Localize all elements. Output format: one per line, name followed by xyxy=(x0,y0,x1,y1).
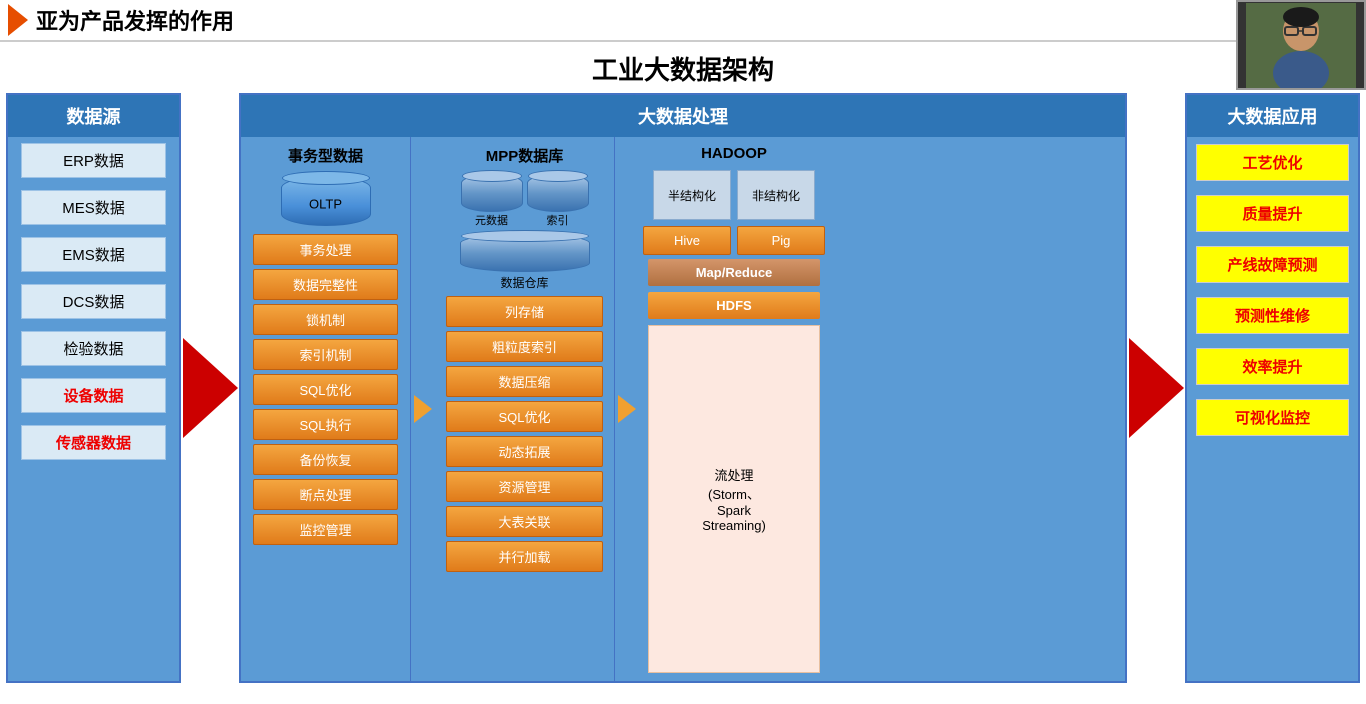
app-item-3: 预测性维修 xyxy=(1196,297,1350,334)
mpp-item-2: 数据压缩 xyxy=(446,366,603,397)
trans-item-3: 索引机制 xyxy=(253,339,397,370)
datasource-item-mes: MES数据 xyxy=(21,190,166,225)
mpp-cyl1-label: 元数据 xyxy=(461,212,523,228)
hadoop-stream-label: 流处理 (Storm、 Spark Streaming) xyxy=(702,465,766,533)
mpp-cyl2-label: 索引 xyxy=(527,212,589,228)
hadoop-hive: Hive xyxy=(643,226,731,255)
trans-header: 事务型数据 xyxy=(288,141,363,170)
trans-col: 事务型数据 OLTP 事务处理 数据完整性 锁机制 索引机制 SQL优化 SQL… xyxy=(241,137,411,681)
mpp-item-4: 动态拓展 xyxy=(446,436,603,467)
mpp-item-6: 大表关联 xyxy=(446,506,603,537)
arrow-col-2 xyxy=(1127,93,1185,683)
trans-item-7: 断点处理 xyxy=(253,479,397,510)
trans-item-2: 锁机制 xyxy=(253,304,397,335)
mpp-item-7: 并行加载 xyxy=(446,541,603,572)
datasource-header: 数据源 xyxy=(8,95,179,137)
video-thumbnail xyxy=(1236,0,1366,90)
application-header: 大数据应用 xyxy=(1187,95,1358,137)
datasource-item-device: 设备数据 xyxy=(21,378,166,413)
datasource-item-erp: ERP数据 xyxy=(21,143,166,178)
mpp-item-0: 列存储 xyxy=(446,296,603,327)
mpp-top-cylinders: 元数据 索引 xyxy=(461,174,589,228)
datasource-item-ems: EMS数据 xyxy=(21,237,166,272)
oltp-cylinder: OLTP xyxy=(281,176,371,226)
top-bar: 亚为产品发挥的作用 xyxy=(0,0,1366,42)
processing-header: 大数据处理 xyxy=(241,95,1125,137)
inner-orange-arr-1 xyxy=(414,395,432,423)
orange-arrow-icon xyxy=(8,4,28,36)
hadoop-col: HADOOP 半结构化 非结构化 Hive Pig Map/Reduce HDF… xyxy=(639,137,829,681)
trans-item-1: 数据完整性 xyxy=(253,269,397,300)
hadoop-box2: 非结构化 xyxy=(737,170,815,220)
hadoop-mapreduce: Map/Reduce xyxy=(648,259,821,286)
mpp-item-3: SQL优化 xyxy=(446,401,603,432)
mpp-cyl1 xyxy=(461,174,523,212)
mpp-item-1: 粗粒度索引 xyxy=(446,331,603,362)
datasource-item-dcs: DCS数据 xyxy=(21,284,166,319)
hadoop-orange-row: Hive Pig xyxy=(643,226,825,255)
processing-columns: 事务型数据 OLTP 事务处理 数据完整性 锁机制 索引机制 SQL优化 SQL… xyxy=(241,137,1125,681)
trans-item-5: SQL执行 xyxy=(253,409,397,440)
app-item-4: 效率提升 xyxy=(1196,348,1350,385)
col-application: 大数据应用 工艺优化 质量提升 产线故障预测 预测性维修 效率提升 可视化监控 xyxy=(1185,93,1360,683)
hadoop-pig: Pig xyxy=(737,226,825,255)
hadoop-stream: 流处理 (Storm、 Spark Streaming) xyxy=(648,325,821,673)
col-processing: 大数据处理 事务型数据 OLTP 事务处理 数据完整性 锁机制 索引机制 SQL… xyxy=(239,93,1127,683)
trans-item-8: 监控管理 xyxy=(253,514,397,545)
mpp-col: MPP数据库 元数据 索引 数据仓库 列存储 粗粒度索 xyxy=(435,137,615,681)
mpp-item-5: 资源管理 xyxy=(446,471,603,502)
red-arrow-1 xyxy=(183,338,238,438)
main-title: 工业大数据架构 xyxy=(0,42,1366,93)
app-item-0: 工艺优化 xyxy=(1196,144,1350,181)
app-item-2: 产线故障预测 xyxy=(1196,246,1350,283)
warehouse-label: 数据仓库 xyxy=(500,274,548,291)
hadoop-box1: 半结构化 xyxy=(653,170,731,220)
hadoop-top-row: 半结构化 非结构化 xyxy=(643,170,825,220)
app-item-5: 可视化监控 xyxy=(1196,399,1350,436)
trans-item-6: 备份恢复 xyxy=(253,444,397,475)
red-arrow-2 xyxy=(1129,338,1184,438)
datasource-item-check: 检验数据 xyxy=(21,331,166,366)
trans-item-4: SQL优化 xyxy=(253,374,397,405)
mpp-header: MPP数据库 xyxy=(486,141,564,170)
hadoop-hdfs: HDFS xyxy=(648,292,821,319)
col-datasource: 数据源 ERP数据 MES数据 EMS数据 DCS数据 检验数据 设备数据 传感… xyxy=(6,93,181,683)
mpp-cyl2 xyxy=(527,174,589,212)
arrow-col-1 xyxy=(181,93,239,683)
datasource-item-sensor: 传感器数据 xyxy=(21,425,166,460)
page-title: 亚为产品发挥的作用 xyxy=(36,4,234,36)
diagram: 数据源 ERP数据 MES数据 EMS数据 DCS数据 检验数据 设备数据 传感… xyxy=(0,93,1366,683)
trans-item-0: 事务处理 xyxy=(253,234,397,265)
mpp-warehouse-cyl xyxy=(460,234,590,272)
app-item-1: 质量提升 xyxy=(1196,195,1350,232)
oltp-label: OLTP xyxy=(309,197,342,212)
person-image xyxy=(1246,3,1356,88)
inner-arrow-2 xyxy=(615,137,639,681)
inner-orange-arr-2 xyxy=(618,395,636,423)
hadoop-header: HADOOP xyxy=(701,141,767,166)
inner-arrow-1 xyxy=(411,137,435,681)
